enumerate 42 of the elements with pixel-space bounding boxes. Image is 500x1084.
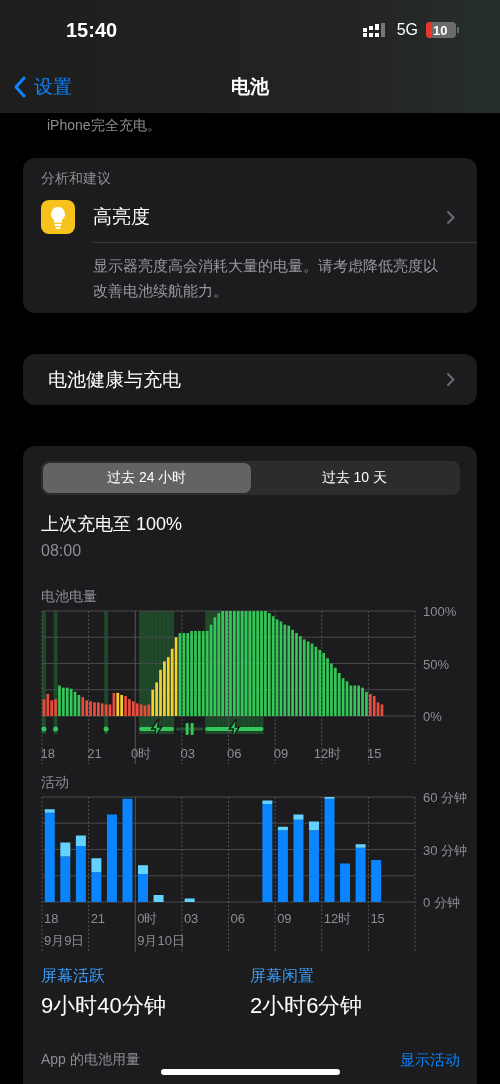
axis-label: 0%: [423, 709, 442, 724]
date-label: 9月10日: [137, 933, 185, 948]
axis-label: 18: [41, 746, 56, 761]
chart-title: 活动: [41, 774, 70, 792]
axis-label: 0时: [130, 746, 152, 761]
axis-label: 15: [370, 911, 385, 926]
date-label: 9月9日: [44, 933, 85, 948]
axis-label: 03: [180, 746, 195, 761]
axis-label: 06: [227, 746, 242, 761]
battery-icon: 10: [426, 22, 456, 38]
axis-label: 09: [277, 911, 292, 926]
section-header: App 的电池用量: [41, 1051, 140, 1069]
axis-label: 06: [230, 911, 245, 926]
axis-label: 18: [44, 911, 59, 926]
status-time: 15:40: [66, 18, 118, 42]
last-charge-title: 上次充电至 100%: [41, 513, 184, 536]
axis-label: 0时: [137, 911, 158, 926]
axis-label: 21: [90, 911, 106, 926]
insight-description: 显示器亮度高会消耗大量的电量。请考虑降低亮度以改善电池续航能力。: [93, 256, 439, 301]
nav-title: 电池: [231, 74, 269, 99]
stat-label: 屏幕活跃: [41, 966, 106, 986]
section-header: 分析和建议: [41, 170, 112, 188]
stat-value: 2小时6分钟: [250, 992, 364, 1020]
axis-label: 12时: [313, 746, 342, 761]
axis-label: 03: [183, 911, 199, 926]
note-text: iPhone完全充电。: [46, 116, 162, 135]
axis-label: 09: [273, 746, 289, 761]
stat-value: 9小时40分钟: [41, 992, 167, 1020]
axis-label: 0 分钟: [423, 895, 460, 910]
axis-label: 12时: [323, 911, 352, 926]
last-charge-time: 08:00: [41, 542, 83, 560]
axis-label: 21: [87, 746, 102, 761]
insight-title: 高亮度: [93, 205, 150, 229]
stat-label: 屏幕闲置: [250, 966, 315, 986]
network-label: 5G: [396, 21, 418, 39]
chart-title: 电池电量: [41, 588, 98, 606]
axis-label: 15: [366, 746, 382, 761]
axis-label: 30 分钟: [423, 842, 468, 858]
axis-label: 60 分钟: [423, 792, 468, 805]
battery-health-label: 电池健康与充电: [48, 367, 181, 392]
axis-label: 50%: [423, 656, 450, 672]
axis-label: 100%: [423, 606, 457, 619]
